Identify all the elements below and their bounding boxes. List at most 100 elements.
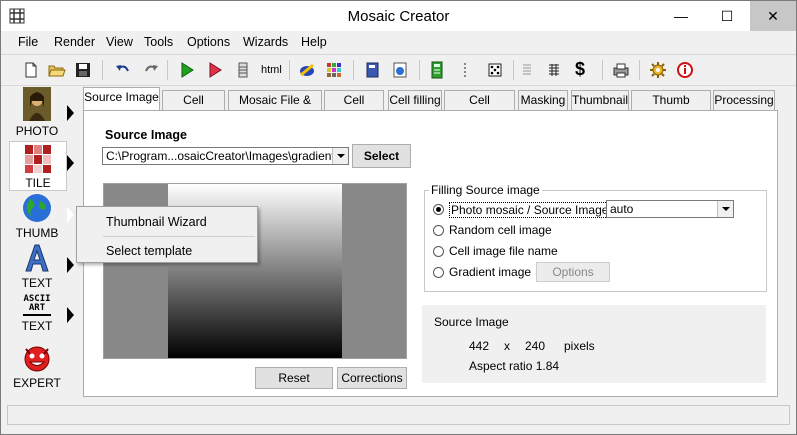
radio-label[interactable]: Photo mosaic / Source Image xyxy=(449,202,611,218)
mona-lisa-icon xyxy=(23,87,51,121)
menu-render[interactable]: Render xyxy=(54,35,95,49)
expand-arrow-icon[interactable] xyxy=(67,207,74,223)
save-icon[interactable] xyxy=(73,60,93,80)
mode-thumb[interactable]: THUMB xyxy=(9,193,65,240)
lines-icon[interactable] xyxy=(517,60,537,80)
radio-cell-file-name[interactable] xyxy=(433,246,444,257)
open-folder-icon[interactable] xyxy=(47,60,67,80)
source-path-value: C:\Program...osaicCreator\Images\gradien… xyxy=(106,149,349,163)
tab-processing[interactable]: Processing xyxy=(713,90,775,110)
mode-label: THUMB xyxy=(15,226,59,240)
web-page-icon[interactable] xyxy=(390,60,410,80)
maximize-button[interactable]: ☐ xyxy=(704,1,750,31)
tab-cell-enhance[interactable]: Cell Enhance xyxy=(444,90,515,125)
menu-bar: File Render View Tools Options Wizards H… xyxy=(1,31,796,53)
info-icon[interactable] xyxy=(675,60,695,80)
menu-view[interactable]: View xyxy=(106,35,133,49)
menu-item-thumbnail-wizard[interactable]: Thumbnail Wizard xyxy=(106,215,207,229)
book-icon[interactable] xyxy=(363,60,383,80)
menu-tools[interactable]: Tools xyxy=(144,35,173,49)
minimize-button[interactable]: — xyxy=(658,1,704,31)
radio-random-cell[interactable] xyxy=(433,225,444,236)
tab-mosaic-file-size[interactable]: Mosaic File & Size xyxy=(228,90,322,125)
mode-expert[interactable]: EXPERT xyxy=(9,343,65,390)
play-red-icon[interactable] xyxy=(205,60,225,80)
tab-cell-images[interactable]: Cell Images xyxy=(162,90,225,125)
menu-wizards[interactable]: Wizards xyxy=(243,35,288,49)
tab-masking[interactable]: Masking xyxy=(518,90,568,110)
mode-photo[interactable]: PHOTO xyxy=(9,87,65,138)
grid-lines-icon[interactable] xyxy=(544,60,564,80)
source-path-dropdown[interactable]: C:\Program...osaicCreator\Images\gradien… xyxy=(102,147,349,165)
chevron-down-icon[interactable] xyxy=(717,201,733,217)
radio-photo-mosaic[interactable] xyxy=(433,204,444,215)
close-button[interactable]: ✕ xyxy=(750,1,796,31)
settings-gear-icon[interactable] xyxy=(648,60,668,80)
undo-icon[interactable] xyxy=(113,60,133,80)
title-bar: Mosaic Creator — ☐ ✕ xyxy=(1,1,796,31)
tab-cell-shape[interactable]: Cell Shape xyxy=(324,90,384,125)
mode-label: TILE xyxy=(25,176,51,190)
toolbar: html $ xyxy=(1,54,796,86)
stack-icon[interactable] xyxy=(233,60,253,80)
new-file-icon[interactable] xyxy=(21,60,41,80)
redo-icon[interactable] xyxy=(141,60,161,80)
radio-label[interactable]: Gradient image xyxy=(449,265,531,279)
menu-options[interactable]: Options xyxy=(187,35,230,49)
dimension-unit: pixels xyxy=(564,339,595,353)
dots-column-icon[interactable] xyxy=(455,60,475,80)
mode-label: TEXT xyxy=(21,319,53,333)
tab-source-image[interactable]: Source Image xyxy=(83,87,160,111)
filling-group: Filling Source image Photo mosaic / Sour… xyxy=(424,183,767,292)
mode-panel: PHOTO TILE THUMB TEXT ASCII ART TEXT EXP… xyxy=(5,87,81,395)
tab-bar: Source Image Cell Images Mosaic File & S… xyxy=(83,87,795,125)
chevron-down-icon[interactable] xyxy=(332,148,348,164)
aspect-ratio: Aspect ratio 1.84 xyxy=(469,359,560,373)
menu-file[interactable]: File xyxy=(18,35,38,49)
printer-icon[interactable] xyxy=(611,60,631,80)
expand-arrow-icon[interactable] xyxy=(67,105,74,121)
tile-grid-icon xyxy=(25,145,51,173)
toolbar-separator xyxy=(602,60,603,80)
filling-group-title: Filling Source image xyxy=(429,183,542,197)
radio-label[interactable]: Cell image file name xyxy=(449,244,558,258)
mode-text[interactable]: TEXT xyxy=(9,243,65,290)
toolbar-separator xyxy=(513,60,514,80)
tab-cell-filling[interactable]: Cell filling xyxy=(388,90,442,110)
radio-label[interactable]: Random cell image xyxy=(449,223,552,237)
fill-mode-dropdown[interactable]: auto xyxy=(606,200,734,218)
mode-label: PHOTO xyxy=(15,124,59,138)
tab-thumb-images[interactable]: Thumb Images xyxy=(631,90,711,125)
toolbar-separator xyxy=(639,60,640,80)
expand-arrow-icon[interactable] xyxy=(67,307,74,323)
fill-mode-value: auto xyxy=(610,202,634,216)
dimension-separator: x xyxy=(504,339,510,353)
play-green-icon[interactable] xyxy=(177,60,197,80)
menu-item-select-template[interactable]: Select template xyxy=(106,244,192,258)
calculator-icon[interactable] xyxy=(427,60,447,80)
radio-gradient-image[interactable] xyxy=(433,267,444,278)
reset-button[interactable]: Reset xyxy=(255,367,333,389)
mosaic-grid-icon[interactable] xyxy=(324,60,344,80)
letter-a-icon xyxy=(25,244,49,272)
tab-thumbnail[interactable]: Thumbnail xyxy=(571,90,629,110)
mode-ascii-text[interactable]: ASCII ART TEXT xyxy=(9,295,65,334)
dollar-icon[interactable]: $ xyxy=(575,59,585,80)
dice-icon[interactable] xyxy=(485,60,505,80)
menu-help[interactable]: Help xyxy=(301,35,327,49)
toolbar-separator xyxy=(167,60,168,80)
expand-arrow-icon[interactable] xyxy=(67,257,74,273)
mode-label: TEXT xyxy=(21,276,53,290)
html-export-button[interactable]: html xyxy=(261,64,282,76)
options-button[interactable]: Options xyxy=(536,262,610,282)
mode-tile[interactable]: TILE xyxy=(9,141,67,191)
source-image-heading: Source Image xyxy=(105,128,187,142)
mode-label: EXPERT xyxy=(13,376,61,390)
corrections-button[interactable]: Corrections xyxy=(337,367,407,389)
select-button[interactable]: Select xyxy=(352,144,411,168)
image-height: 240 xyxy=(525,339,546,353)
menu-separator xyxy=(103,236,255,237)
expand-arrow-icon[interactable] xyxy=(67,155,74,171)
toolbar-separator xyxy=(102,60,103,80)
wand-icon[interactable] xyxy=(297,60,317,80)
